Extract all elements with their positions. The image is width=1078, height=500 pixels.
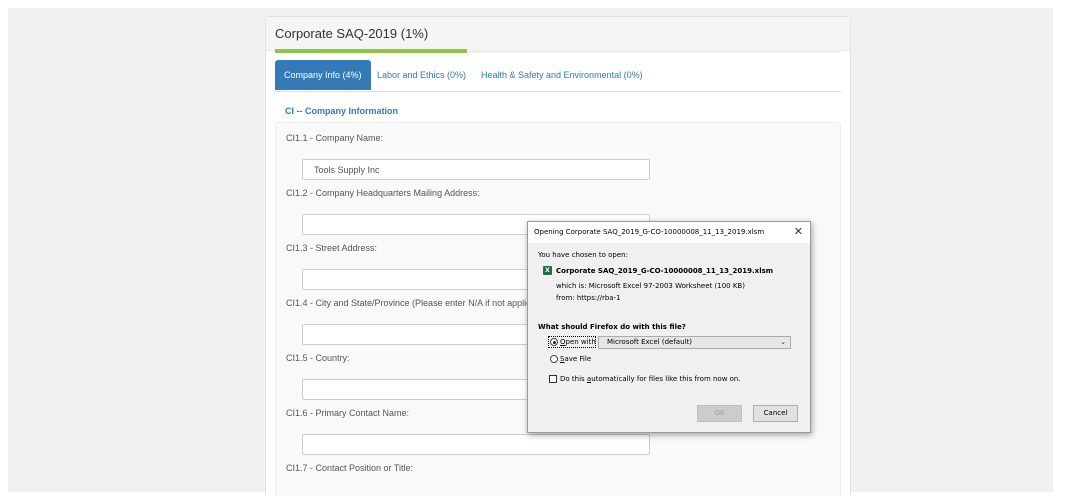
progress-fill [275,49,468,53]
close-icon[interactable]: ✕ [794,225,803,239]
tab-bar: Company Info (4%) Labor and Ethics (0%) … [275,59,841,92]
save-file-label[interactable]: Save File [560,355,591,363]
firefox-download-dialog: Opening Corporate SAQ_2019_G-CO-10000008… [527,221,811,433]
dialog-question: What should Firefox do with this file? [538,323,686,331]
section-title: CI -- Company Information [285,106,398,116]
auto-action-label[interactable]: Do this automatically for files like thi… [560,375,741,383]
dialog-titlebar: Opening Corporate SAQ_2019_G-CO-10000008… [528,222,810,243]
tab-labor-and-ethics[interactable]: Labor and Ethics (0%) [368,60,475,90]
dialog-file-source: from: https://rba-1 [556,294,621,302]
dialog-file-name: Corporate SAQ_2019_G-CO-10000008_11_13_2… [556,267,774,275]
excel-file-icon: X [543,266,552,275]
auto-action-checkbox[interactable] [549,375,557,383]
primary-contact-name-input[interactable] [302,434,650,455]
question-label-street-address: CI1.3 - Street Address: [286,243,378,253]
application-select-value: Microsoft Excel (default) [607,338,692,346]
dialog-file-type: which is: Microsoft Excel 97-2003 Worksh… [556,282,745,290]
progress-bar [275,49,841,53]
survey-header: Corporate SAQ-2019 (1%) [266,17,850,51]
question-label-hq-mailing-address: CI1.2 - Company Headquarters Mailing Add… [286,188,480,198]
dialog-intro: You have chosen to open: [538,251,628,259]
question-label-country: CI1.5 - Country: [286,353,350,363]
question-label-city-state: CI1.4 - City and State/Province (Please … [286,298,543,308]
open-with-radio[interactable] [550,338,558,346]
survey-title: Corporate SAQ-2019 (1%) [275,26,429,41]
ok-button[interactable]: OK [697,405,742,422]
question-label-primary-contact-name: CI1.6 - Primary Contact Name: [286,408,410,418]
dialog-title: Opening Corporate SAQ_2019_G-CO-10000008… [534,228,765,236]
cancel-button[interactable]: Cancel [753,405,798,422]
open-with-label[interactable]: Open with [560,338,596,346]
save-file-radio[interactable] [550,355,558,363]
application-select[interactable]: Microsoft Excel (default) ⌄ [598,336,791,349]
question-label-contact-position: CI1.7 - Contact Position or Title: [286,463,414,473]
company-name-input[interactable]: Tools Supply Inc [302,159,650,180]
chevron-down-icon: ⌄ [780,338,786,346]
tab-company-info[interactable]: Company Info (4%) [275,60,371,90]
question-label-company-name: CI1.1 - Company Name: [286,133,384,143]
tab-health-safety-environmental[interactable]: Health & Safety and Environmental (0%) [472,60,652,90]
